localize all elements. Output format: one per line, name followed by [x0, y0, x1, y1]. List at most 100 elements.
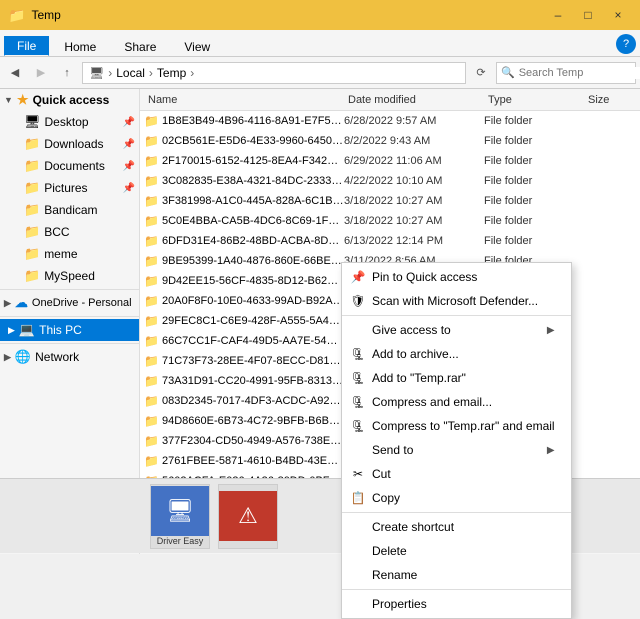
file-name: 6DFD31E4-86B2-48BD-ACBA-8DF218B85... — [162, 235, 344, 247]
path-temp[interactable]: Temp — [157, 66, 186, 80]
col-header-size[interactable]: Size — [584, 94, 636, 106]
ctx-menu-item[interactable]: 📋Copy — [342, 486, 571, 510]
refresh-button[interactable]: ⟳ — [470, 62, 492, 84]
ctx-label: Copy — [372, 491, 555, 505]
sidebar-quick-access-header[interactable]: ▼ ★ Quick access — [0, 89, 139, 111]
ctx-label: Give access to — [372, 323, 541, 337]
thumb-img-1: 🖥 — [151, 486, 209, 536]
tab-view[interactable]: View — [171, 37, 223, 56]
thumbnail-2[interactable]: ⚠ — [218, 484, 278, 549]
network-icon: 🌐 — [15, 349, 31, 365]
submenu-arrow-icon: ▶ — [547, 445, 555, 456]
expand-icon: ▼ — [4, 95, 13, 105]
ctx-menu-item[interactable]: 🗜 Add to archive... — [342, 342, 571, 366]
file-row[interactable]: 📁 1B8E3B49-4B96-4116-8A91-E7F5396CE5F0 6… — [140, 111, 640, 131]
onedrive-label: OneDrive - Personal — [32, 297, 132, 309]
file-name: 2761FBEE-5871-4610-B4BD-43E2F63F3... — [162, 455, 344, 467]
ctx-menu-item[interactable]: ✂Cut — [342, 462, 571, 486]
ctx-menu-item[interactable]: 🗜Compress and email... — [342, 390, 571, 414]
minimize-button[interactable]: – — [544, 5, 572, 25]
tab-home[interactable]: Home — [51, 37, 109, 56]
sidebar-divider-2 — [0, 316, 139, 317]
sidebar-item-desktop[interactable]: 🖥 Desktop 📌 — [0, 111, 139, 133]
ribbon: File Home Share View ? — [0, 30, 640, 57]
col-header-type[interactable]: Type — [484, 94, 584, 106]
myspeed-label: MySpeed — [44, 269, 135, 283]
ctx-label: Add to archive... — [372, 347, 555, 361]
ctx-menu-item[interactable]: Properties — [342, 592, 571, 616]
help-button[interactable]: ? — [616, 34, 636, 54]
ctx-menu-item[interactable]: Send to▶ — [342, 438, 571, 462]
ctx-menu-item[interactable]: Give access to ▶ — [342, 318, 571, 342]
bandicam-label: Bandicam — [44, 203, 135, 217]
ctx-menu-item[interactable]: Create shortcut — [342, 515, 571, 539]
desktop-label: Desktop — [45, 115, 119, 129]
ctx-menu-item[interactable]: 🛡Scan with Microsoft Defender... — [342, 289, 571, 313]
file-row[interactable]: 📁 2F170015-6152-4125-8EA4-F3421D2AF264 6… — [140, 151, 640, 171]
title-bar-left: 📁 Temp — [8, 7, 61, 24]
quick-access-label: Quick access — [33, 93, 110, 107]
ctx-icon: 🗜 — [350, 370, 366, 386]
ctx-icon: 📌 — [350, 269, 366, 285]
sidebar-onedrive-header[interactable]: ▶ ☁ OneDrive - Personal — [0, 292, 139, 314]
back-button[interactable]: ◀ — [4, 62, 26, 84]
up-button[interactable]: ↑ — [56, 62, 78, 84]
search-input[interactable] — [519, 67, 640, 79]
ctx-label: Delete — [372, 544, 555, 558]
ctx-menu-item[interactable]: 🗜Compress to "Temp.rar" and email — [342, 414, 571, 438]
ctx-icon: 🗜 — [350, 346, 366, 362]
sidebar-item-downloads[interactable]: 📁 Downloads 📌 — [0, 133, 139, 155]
file-type: File folder — [484, 175, 584, 187]
ctx-menu-item[interactable]: Delete — [342, 539, 571, 563]
sidebar-item-meme[interactable]: 📁 meme — [0, 243, 139, 265]
sidebar-item-documents[interactable]: 📁 Documents 📌 — [0, 155, 139, 177]
sidebar-item-bcc[interactable]: 📁 BCC — [0, 221, 139, 243]
bcc-icon: 📁 — [24, 224, 40, 240]
ctx-menu-item[interactable]: 🗜Add to "Temp.rar" — [342, 366, 571, 390]
file-row[interactable]: 📁 02CB561E-E5D6-4E33-9960-6450B949B490 8… — [140, 131, 640, 151]
forward-button[interactable]: ▶ — [30, 62, 52, 84]
ctx-icon-empty — [350, 442, 366, 458]
file-row[interactable]: 📁 3C082835-E38A-4321-84DC-23337D01D780 4… — [140, 171, 640, 191]
path-local[interactable]: Local — [116, 66, 145, 80]
file-row[interactable]: 📁 3F381998-A1C0-445A-828A-6C1B912096B4 3… — [140, 191, 640, 211]
sidebar-item-bandicam[interactable]: 📁 Bandicam — [0, 199, 139, 221]
thumbnail-1[interactable]: 🖥 Driver Easy — [150, 484, 210, 549]
ribbon-tabs: File Home Share View ? — [0, 30, 640, 56]
sidebar-network-header[interactable]: ▶ 🌐 Network — [0, 346, 139, 368]
col-header-date[interactable]: Date modified — [344, 94, 484, 106]
folder-icon: 📁 — [144, 314, 162, 328]
file-date: 4/22/2022 10:10 AM — [344, 175, 484, 187]
sidebar-item-myspeed[interactable]: 📁 MySpeed — [0, 265, 139, 287]
folder-icon: 📁 — [144, 234, 162, 248]
file-row[interactable]: 📁 6DFD31E4-86B2-48BD-ACBA-8DF218B85... 6… — [140, 231, 640, 251]
file-name: 9D42EE15-56CF-4835-8D12-B6253FF89... — [162, 275, 344, 287]
maximize-button[interactable]: □ — [574, 5, 602, 25]
downloads-label: Downloads — [44, 137, 118, 151]
sidebar-divider-3 — [0, 343, 139, 344]
file-date: 6/29/2022 11:06 AM — [344, 155, 484, 167]
folder-icon: 📁 — [144, 354, 162, 368]
myspeed-icon: 📁 — [24, 268, 40, 284]
bandicam-icon: 📁 — [24, 202, 40, 218]
file-name: 9BE95399-1A40-4876-860E-66BE11B095A7 — [162, 255, 344, 267]
close-button[interactable]: × — [604, 5, 632, 25]
col-header-name[interactable]: Name — [144, 94, 344, 106]
ctx-menu-item[interactable]: Rename — [342, 563, 571, 587]
tab-file[interactable]: File — [4, 36, 49, 56]
sidebar-item-pictures[interactable]: 📁 Pictures 📌 — [0, 177, 139, 199]
ctx-menu-item[interactable]: 📌Pin to Quick access — [342, 265, 571, 289]
folder-icon: 📁 — [144, 134, 162, 148]
submenu-arrow-icon: ▶ — [547, 325, 555, 336]
ctx-label: Cut — [372, 467, 555, 481]
network-label: Network — [35, 350, 79, 364]
quick-access-star-icon: ★ — [17, 92, 29, 108]
folder-icon: 📁 — [144, 214, 162, 228]
sidebar-item-thispc[interactable]: ▶ 💻 This PC — [0, 319, 139, 341]
bcc-label: BCC — [44, 225, 135, 239]
file-row[interactable]: 📁 5C0E4BBA-CA5B-4DC6-8C69-1F654B3B1... 3… — [140, 211, 640, 231]
file-name: 2F170015-6152-4125-8EA4-F3421D2AF264 — [162, 155, 344, 167]
file-name: 3C082835-E38A-4321-84DC-23337D01D780 — [162, 175, 344, 187]
tab-share[interactable]: Share — [111, 37, 169, 56]
file-date: 8/2/2022 9:43 AM — [344, 135, 484, 147]
